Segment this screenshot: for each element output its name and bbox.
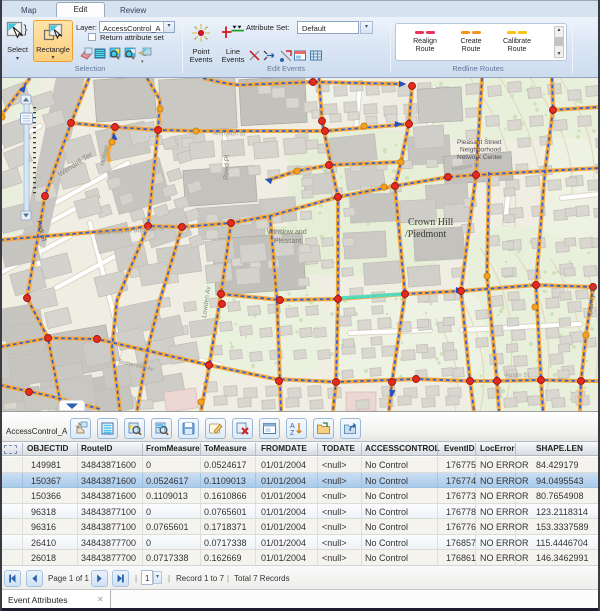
- svg-text:Pleasant Street: Pleasant Street: [457, 139, 502, 146]
- svg-text:Network Center: Network Center: [457, 154, 503, 161]
- svg-text:Crown Hill: Crown Hill: [408, 217, 454, 228]
- svg-text:Pleasant: Pleasant: [274, 238, 301, 245]
- svg-text:A: A: [290, 423, 295, 430]
- svg-text:Reed Pl: Reed Pl: [223, 154, 231, 180]
- svg-text:Tennyson St: Tennyson St: [212, 131, 245, 138]
- svg-text:Z: Z: [290, 430, 295, 437]
- svg-text:Austin St: Austin St: [505, 373, 529, 379]
- svg-text:/Piedmont: /Piedmont: [405, 229, 446, 240]
- svg-text:Winslow and: Winslow and: [267, 229, 307, 236]
- svg-text:}: }: [24, 22, 28, 36]
- svg-text:Neighborhood: Neighborhood: [460, 147, 501, 154]
